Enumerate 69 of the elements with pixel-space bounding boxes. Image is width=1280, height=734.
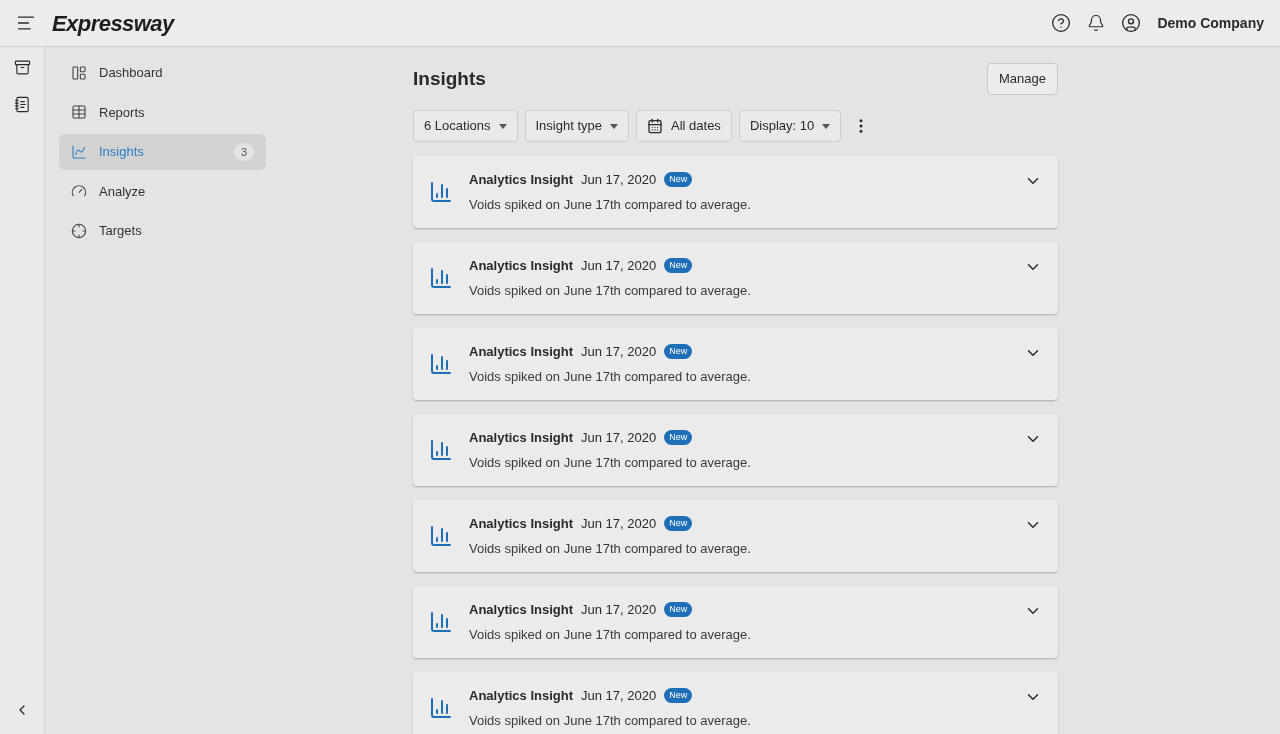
bar-chart-icon — [429, 266, 453, 290]
notebook-icon[interactable] — [13, 96, 31, 113]
bar-chart-icon — [429, 352, 453, 376]
insight-card[interactable]: Analytics Insight Jun 17, 2020 New Voids spiked on June 17th compared to average. — [413, 156, 1058, 228]
account-menu[interactable]: Demo Company — [1157, 13, 1264, 33]
filter-dropdown[interactable]: 6 Locations — [413, 110, 518, 142]
manage-button[interactable]: Manage — [987, 63, 1058, 95]
nav-item[interactable]: Dashboard — [59, 55, 266, 91]
page-title: Insights — [413, 66, 486, 91]
insight-title: Analytics Insight — [469, 514, 574, 533]
nav-item[interactable]: Insights 3 — [59, 134, 266, 170]
insight-message: Voids spiked on June 17th compared to average. — [469, 540, 751, 558]
insight-date: Jun 17, 2020 — [581, 256, 657, 275]
help-icon[interactable] — [1051, 13, 1072, 33]
dropdown-arrow-icon — [610, 123, 618, 129]
filter-dropdown[interactable]: Display: 10 — [738, 110, 842, 142]
insight-message: Voids spiked on June 17th compared to average. — [469, 454, 751, 472]
insight-date: Jun 17, 2020 — [581, 686, 657, 705]
insight-card[interactable]: Analytics Insight Jun 17, 2020 New Voids spiked on June 17th compared to average. — [413, 328, 1058, 400]
layout-icon — [71, 64, 87, 81]
nav-item[interactable]: Reports — [59, 94, 266, 130]
insight-date: Jun 17, 2020 — [581, 342, 657, 361]
insight-message: Voids spiked on June 17th compared to average. — [469, 196, 751, 214]
new-badge: New — [664, 429, 693, 445]
notification-icon[interactable] — [1087, 14, 1106, 32]
insight-card[interactable]: Analytics Insight Jun 17, 2020 New Voids spiked on June 17th compared to average. — [413, 586, 1058, 658]
insight-card[interactable]: Analytics Insight Jun 17, 2020 New Voids spiked on June 17th compared to average. — [413, 672, 1058, 734]
table-icon — [71, 104, 87, 121]
archive-icon[interactable] — [13, 59, 31, 76]
crosshair-icon — [71, 222, 87, 239]
insight-date: Jun 17, 2020 — [581, 600, 657, 619]
insight-date: Jun 17, 2020 — [581, 170, 657, 189]
insight-message: Voids spiked on June 17th compared to average. — [469, 626, 751, 644]
insight-message: Voids spiked on June 17th compared to average. — [469, 368, 751, 386]
insight-title: Analytics Insight — [469, 600, 574, 619]
insight-card[interactable]: Analytics Insight Jun 17, 2020 New Voids spiked on June 17th compared to average. — [413, 242, 1058, 314]
nav-item[interactable]: Analyze — [59, 173, 266, 209]
bar-chart-icon — [429, 180, 453, 204]
insight-title: Analytics Insight — [469, 256, 574, 275]
insight-message: Voids spiked on June 17th compared to average. — [469, 712, 751, 730]
insight-message: Voids spiked on June 17th compared to average. — [469, 282, 751, 300]
insight-date: Jun 17, 2020 — [581, 514, 657, 533]
insight-title: Analytics Insight — [469, 686, 574, 705]
insight-title: Analytics Insight — [469, 428, 574, 447]
new-badge: New — [664, 171, 693, 187]
insight-card[interactable]: Analytics Insight Jun 17, 2020 New Voids spiked on June 17th compared to average. — [413, 500, 1058, 572]
user-icon[interactable] — [1121, 13, 1142, 33]
bar-chart-icon — [429, 696, 453, 720]
calendar-icon — [647, 118, 663, 134]
bar-chart-icon — [429, 610, 453, 634]
insight-title: Analytics Insight — [469, 170, 574, 189]
dropdown-arrow-icon — [822, 123, 831, 129]
new-badge: New — [664, 343, 693, 359]
count-badge: 3 — [233, 142, 254, 161]
date-filter[interactable]: All dates — [636, 110, 732, 142]
insight-title: Analytics Insight — [469, 342, 574, 361]
new-badge: New — [664, 687, 693, 703]
dropdown-arrow-icon — [498, 123, 507, 129]
insight-card[interactable]: Analytics Insight Jun 17, 2020 New Voids spiked on June 17th compared to average. — [413, 414, 1058, 486]
insight-date: Jun 17, 2020 — [581, 428, 657, 447]
trend-line-icon — [71, 143, 87, 160]
bar-chart-icon — [429, 524, 453, 548]
filter-dropdown[interactable]: Insight type — [524, 110, 629, 142]
bar-chart-icon — [429, 438, 453, 462]
new-badge: New — [664, 515, 693, 531]
new-badge: New — [664, 257, 693, 273]
nav-item[interactable]: Targets — [59, 213, 266, 249]
logo: Expressway — [52, 9, 174, 38]
new-badge: New — [664, 601, 693, 617]
